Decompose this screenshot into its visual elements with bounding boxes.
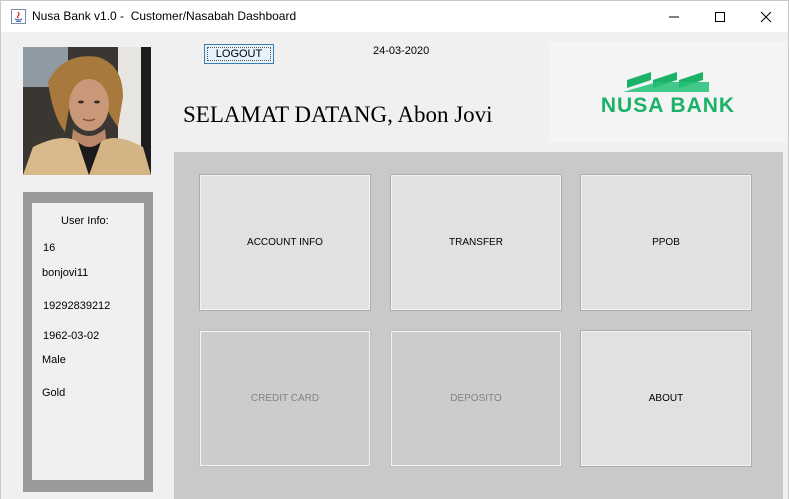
transfer-button[interactable]: TRANSFER	[390, 174, 562, 311]
account-info-button[interactable]: ACCOUNT INFO	[199, 174, 371, 311]
menu-panel: ACCOUNT INFO TRANSFER PPOB CREDIT CARD D…	[174, 152, 783, 499]
welcome-message: SELAMAT DATANG, Abon Jovi	[183, 102, 493, 127]
gender: Male	[42, 354, 66, 366]
user-info-panel: User Info: 16 bonjovi11 19292839212 1962…	[23, 192, 153, 492]
title-bar[interactable]: Nusa Bank v1.0 - Customer/Nasabah Dashbo…	[1, 1, 788, 32]
bank-logo: NUSA BANK	[549, 42, 788, 142]
window-title: Nusa Bank v1.0 - Customer/Nasabah Dashbo…	[32, 9, 297, 23]
close-button[interactable]	[743, 1, 789, 32]
maximize-button[interactable]	[697, 1, 743, 32]
user-avatar	[23, 47, 151, 175]
minimize-button[interactable]	[651, 1, 697, 32]
app-window: Nusa Bank v1.0 - Customer/Nasabah Dashbo…	[0, 0, 789, 499]
logout-button[interactable]: LOGOUT	[204, 44, 274, 64]
svg-text:NUSA BANK: NUSA BANK	[601, 94, 735, 117]
minimize-icon	[669, 16, 679, 18]
user-info-title: User Info:	[61, 215, 109, 227]
user-id: 16	[43, 242, 56, 254]
maximize-icon	[715, 12, 725, 22]
nusa-bank-logo-graphic: NUSA BANK	[601, 72, 735, 117]
birth-date: 1962-03-02	[43, 330, 100, 342]
username: bonjovi11	[42, 267, 89, 279]
current-date: 24-03-2020	[373, 45, 430, 57]
credit-card-button[interactable]: CREDIT CARD	[199, 330, 371, 467]
about-button[interactable]: ABOUT	[580, 330, 752, 467]
close-icon	[760, 11, 772, 23]
dashboard-content: User Info: 16 bonjovi11 19292839212 1962…	[1, 32, 788, 499]
account-number: 19292839212	[43, 300, 111, 312]
user-info-inner: User Info: 16 bonjovi11 19292839212 1962…	[32, 203, 144, 480]
membership-level: Gold	[42, 387, 66, 399]
java-app-icon	[11, 9, 26, 24]
deposito-button[interactable]: DEPOSITO	[390, 330, 562, 467]
ppob-button[interactable]: PPOB	[580, 174, 752, 311]
